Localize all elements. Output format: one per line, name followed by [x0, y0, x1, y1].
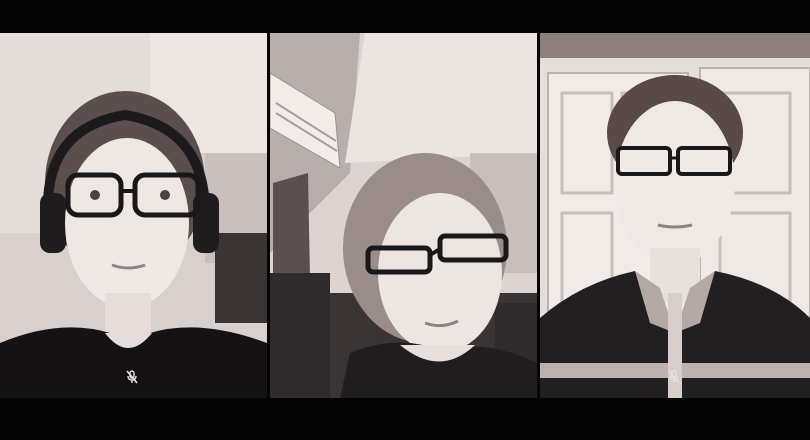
participant-tile-3[interactable] [540, 33, 810, 398]
video-grid [0, 0, 810, 440]
participant-video-2 [270, 33, 537, 398]
mic-off-icon [666, 369, 682, 385]
participant-video-1 [0, 33, 267, 398]
participant-tile-1[interactable] [0, 33, 267, 398]
participant-tile-2[interactable] [270, 33, 537, 398]
participant-video-3 [540, 33, 810, 398]
mic-off-icon [124, 369, 140, 385]
